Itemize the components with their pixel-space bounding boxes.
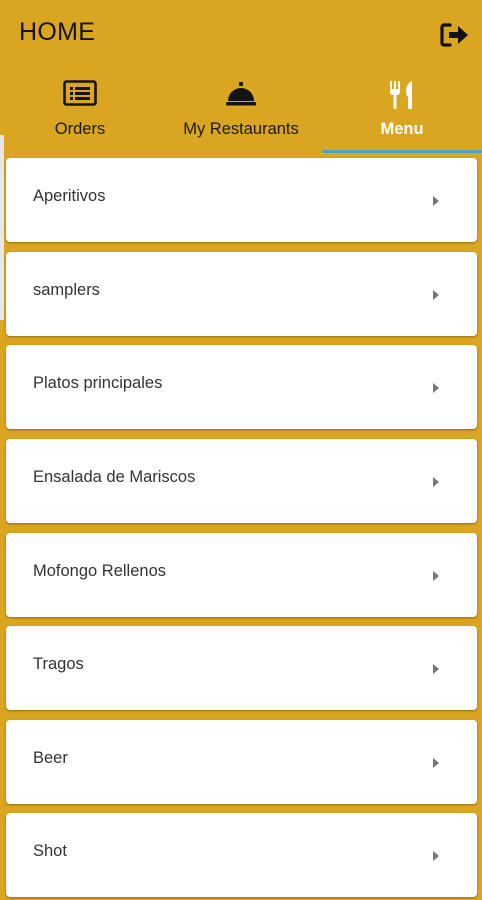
tab-my-restaurants[interactable]: My Restaurants [161,76,321,154]
menu-category-tragos[interactable]: Tragos [6,626,477,710]
list-item-label: Mofongo Rellenos [33,562,166,580]
list-icon [63,80,97,111]
chevron-right-icon [433,664,439,674]
chevron-right-icon [433,851,439,861]
list-item-label: samplers [33,281,100,299]
list-item-label: Shot [33,842,67,860]
app-bar: HOME Orders My Restaurants Menu [0,0,482,150]
list-item-label: Aperitivos [33,187,106,205]
menu-category-samplers[interactable]: samplers [6,252,477,336]
list-item-label: Ensalada de Mariscos [33,468,196,486]
tab-menu[interactable]: Menu [322,76,482,154]
menu-category-mofongo-rellenos[interactable]: Mofongo Rellenos [6,533,477,617]
menu-category-ensalada-de-mariscos[interactable]: Ensalada de Mariscos [6,439,477,523]
chevron-right-icon [433,290,439,300]
active-tab-indicator [322,150,482,153]
menu-category-platos-principales[interactable]: Platos principales [6,345,477,429]
chevron-right-icon [433,196,439,206]
service-bell-icon [225,80,257,113]
fork-knife-icon [388,80,416,115]
list-item-label: Beer [33,749,68,767]
logout-icon[interactable] [440,22,470,48]
tab-bar: Orders My Restaurants Menu [0,76,482,154]
list-item-label: Platos principales [33,374,163,392]
menu-category-beer[interactable]: Beer [6,720,477,804]
chevron-right-icon [433,758,439,768]
tab-orders[interactable]: Orders [0,76,160,154]
menu-category-shot[interactable]: Shot [6,813,477,897]
chevron-right-icon [433,383,439,393]
tab-menu-label: Menu [380,120,424,138]
chevron-right-icon [433,571,439,581]
tab-my-restaurants-label: My Restaurants [183,120,299,138]
scroll-edge [0,135,4,320]
page-title: HOME [19,18,96,46]
menu-category-aperitivos[interactable]: Aperitivos [6,158,477,242]
chevron-right-icon [433,477,439,487]
list-item-label: Tragos [33,655,84,673]
tab-orders-label: Orders [54,120,106,138]
